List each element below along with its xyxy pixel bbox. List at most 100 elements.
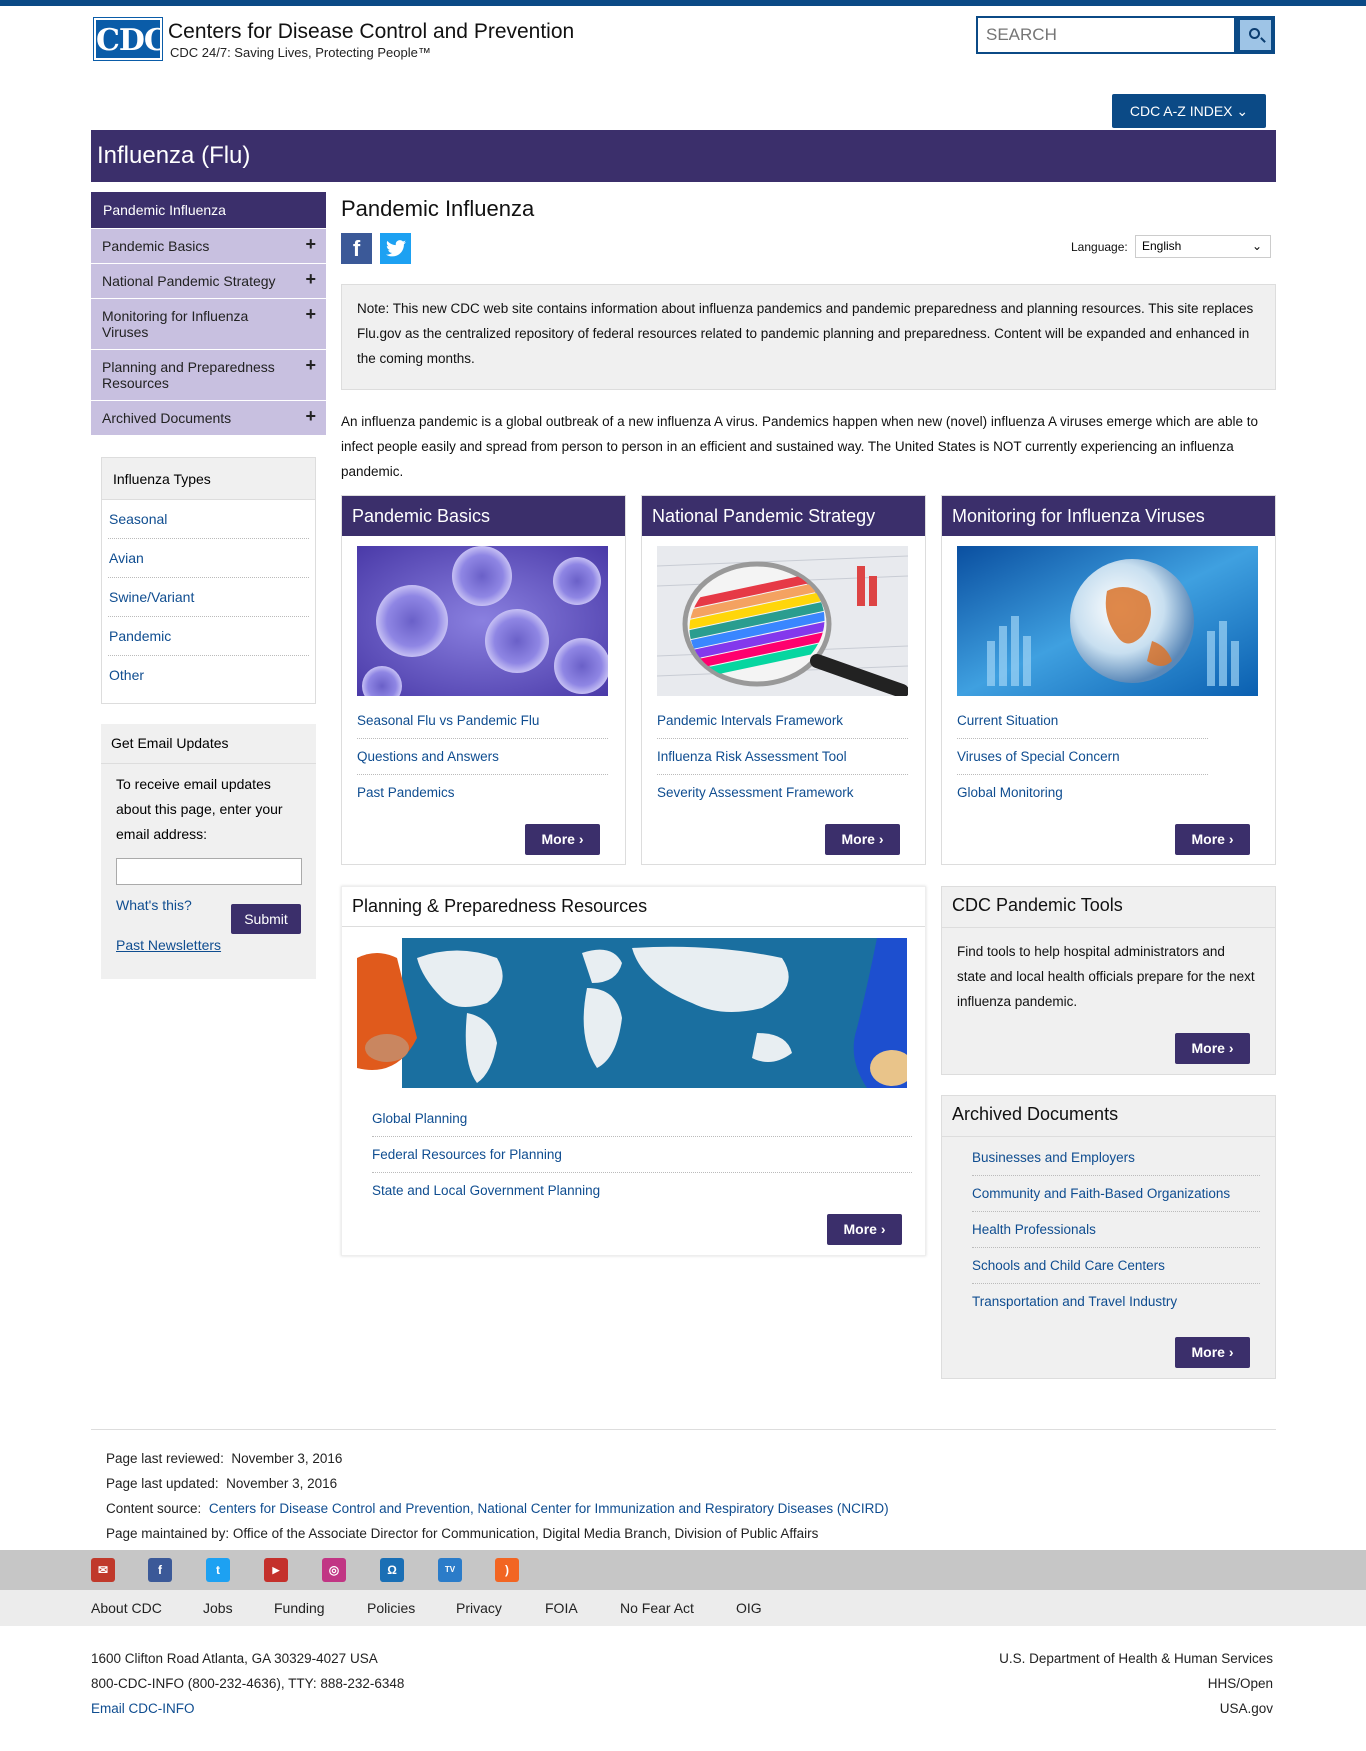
archived-link[interactable]: Schools and Child Care Centers <box>972 1248 1260 1284</box>
card-pandemic-basics: Pandemic Basics Seasonal Flu vs Pandemic… <box>341 495 626 865</box>
chevron-down-icon: ⌄ <box>1236 103 1249 119</box>
usagov-link[interactable]: USA.gov <box>999 1696 1273 1721</box>
search-button[interactable] <box>1236 16 1275 54</box>
world-map-image[interactable] <box>357 938 907 1088</box>
archived-link[interactable]: Transportation and Travel Industry <box>972 1284 1260 1320</box>
card-link[interactable]: Past Pandemics <box>357 775 608 811</box>
email-updates-text: To receive email updates about this page… <box>116 776 283 842</box>
nav-item-monitoring[interactable]: Monitoring for Influenza Viruses + <box>91 298 326 349</box>
nav-label: Planning and Preparedness Resources <box>102 359 275 391</box>
instagram-icon[interactable]: ◎ <box>322 1558 346 1582</box>
cdc-logo[interactable]: CDC <box>93 17 168 61</box>
nav-item-planning[interactable]: Planning and Preparedness Resources + <box>91 349 326 400</box>
twitter-share-icon[interactable] <box>380 233 411 264</box>
planning-link[interactable]: Federal Resources for Planning <box>372 1137 912 1173</box>
whats-this-link[interactable]: What's this? <box>116 897 192 913</box>
email-field[interactable] <box>116 858 302 885</box>
planning-title[interactable]: Planning & Preparedness Resources <box>342 887 925 927</box>
rss-icon[interactable]: ) <box>495 1558 519 1582</box>
card-link[interactable]: Severity Assessment Framework <box>657 775 908 811</box>
type-link-seasonal[interactable]: Seasonal <box>108 500 309 539</box>
facebook-icon[interactable]: f <box>148 1558 172 1582</box>
nav-item-pandemic-basics[interactable]: Pandemic Basics + <box>91 228 326 263</box>
more-button[interactable]: More › <box>1175 824 1250 855</box>
archived-link[interactable]: Health Professionals <box>972 1212 1260 1248</box>
plus-icon[interactable]: + <box>305 270 316 288</box>
card-title[interactable]: Monitoring for Influenza Viruses <box>942 496 1275 536</box>
nav-active-item[interactable]: Pandemic Influenza <box>91 192 326 228</box>
planning-link[interactable]: State and Local Government Planning <box>372 1173 912 1209</box>
more-button[interactable]: More › <box>825 824 900 855</box>
source-line: Content source: Centers for Disease Cont… <box>106 1501 889 1516</box>
search-input[interactable] <box>976 16 1236 54</box>
type-link-other[interactable]: Other <box>108 656 309 695</box>
card-link[interactable]: Influenza Risk Assessment Tool <box>657 739 908 775</box>
footer-link-funding[interactable]: Funding <box>274 1590 325 1626</box>
card-link[interactable]: Seasonal Flu vs Pandemic Flu <box>357 703 608 739</box>
more-button[interactable]: More › <box>1175 1337 1250 1368</box>
plus-icon[interactable]: + <box>305 235 316 253</box>
more-button[interactable]: More › <box>1175 1033 1250 1064</box>
twitter-icon[interactable]: t <box>206 1558 230 1582</box>
tools-title[interactable]: CDC Pandemic Tools <box>942 887 1275 928</box>
type-link-pandemic[interactable]: Pandemic <box>108 617 309 656</box>
planning-link[interactable]: Global Planning <box>372 1101 912 1137</box>
plus-icon[interactable]: + <box>305 356 316 374</box>
email-updates-heading: Get Email Updates <box>101 724 316 764</box>
card-title[interactable]: Pandemic Basics <box>342 496 625 536</box>
footer-link-jobs[interactable]: Jobs <box>203 1590 233 1626</box>
updated-line: Page last updated: November 3, 2016 <box>106 1476 338 1491</box>
globe-image[interactable] <box>957 546 1258 696</box>
podcast-icon[interactable]: Ω <box>380 1558 404 1582</box>
plus-icon[interactable]: + <box>305 407 316 425</box>
hhs-open-link[interactable]: HHS/Open <box>999 1671 1273 1696</box>
footer-link-foia[interactable]: FOIA <box>545 1590 578 1626</box>
magnifier-chart-image[interactable] <box>657 546 908 696</box>
card-link[interactable]: Questions and Answers <box>357 739 608 775</box>
nav-label: Archived Documents <box>102 410 232 426</box>
pandemic-tools-box: CDC Pandemic Tools Find tools to help ho… <box>941 886 1276 1075</box>
footer-link-oig[interactable]: OIG <box>736 1590 762 1626</box>
archived-link[interactable]: Businesses and Employers <box>972 1140 1260 1176</box>
language-select[interactable]: English ⌄ <box>1135 235 1271 258</box>
footer-link-no-fear[interactable]: No Fear Act <box>620 1590 694 1626</box>
social-bar: ✉ f t ▶ ◎ Ω TV ) <box>0 1550 1366 1590</box>
org-name[interactable]: Centers for Disease Control and Preventi… <box>168 20 574 44</box>
more-button[interactable]: More › <box>827 1214 902 1245</box>
footer-link-policies[interactable]: Policies <box>367 1590 415 1626</box>
hhs-link[interactable]: U.S. Department of Health & Human Servic… <box>999 1646 1273 1671</box>
submit-button[interactable]: Submit <box>231 904 301 934</box>
plus-icon[interactable]: + <box>305 305 316 323</box>
card-link[interactable]: Viruses of Special Concern <box>957 739 1208 775</box>
tools-text: Find tools to help hospital administrato… <box>957 944 1255 1009</box>
card-link[interactable]: Pandemic Intervals Framework <box>657 703 908 739</box>
youtube-icon[interactable]: ▶ <box>264 1558 288 1582</box>
page-title: Pandemic Influenza <box>341 196 535 221</box>
site-banner[interactable]: Influenza (Flu) <box>91 130 1276 182</box>
language-value: English <box>1142 239 1182 253</box>
card-link[interactable]: Current Situation <box>957 703 1208 739</box>
footer-links-bar: About CDC Jobs Funding Policies Privacy … <box>0 1590 1366 1626</box>
cdc-tv-icon[interactable]: TV <box>438 1558 462 1582</box>
az-index-button[interactable]: CDC A-Z INDEX ⌄ <box>1112 94 1266 128</box>
source-link[interactable]: Centers for Disease Control and Preventi… <box>209 1501 889 1516</box>
email-cdc-info-link[interactable]: Email CDC-INFO <box>91 1701 195 1716</box>
email-icon[interactable]: ✉ <box>91 1558 115 1582</box>
virus-image[interactable] <box>357 546 608 696</box>
facebook-share-icon[interactable]: f <box>341 233 372 264</box>
footer-link-privacy[interactable]: Privacy <box>456 1590 502 1626</box>
past-newsletters-link[interactable]: Past Newsletters <box>116 937 221 953</box>
archived-link[interactable]: Community and Faith-Based Organizations <box>972 1176 1260 1212</box>
nav-item-national-strategy[interactable]: National Pandemic Strategy + <box>91 263 326 298</box>
nav-label: Monitoring for Influenza Viruses <box>102 308 249 340</box>
card-link[interactable]: Global Monitoring <box>957 775 1208 811</box>
archived-documents-box: Archived Documents Businesses and Employ… <box>941 1095 1276 1379</box>
type-link-avian[interactable]: Avian <box>108 539 309 578</box>
influenza-types-heading: Influenza Types <box>102 458 315 500</box>
nav-item-archived[interactable]: Archived Documents + <box>91 400 326 435</box>
footer-link-about[interactable]: About CDC <box>91 1590 162 1626</box>
more-button[interactable]: More › <box>525 824 600 855</box>
archived-title[interactable]: Archived Documents <box>942 1096 1275 1137</box>
card-title[interactable]: National Pandemic Strategy <box>642 496 925 536</box>
type-link-swine[interactable]: Swine/Variant <box>108 578 309 617</box>
